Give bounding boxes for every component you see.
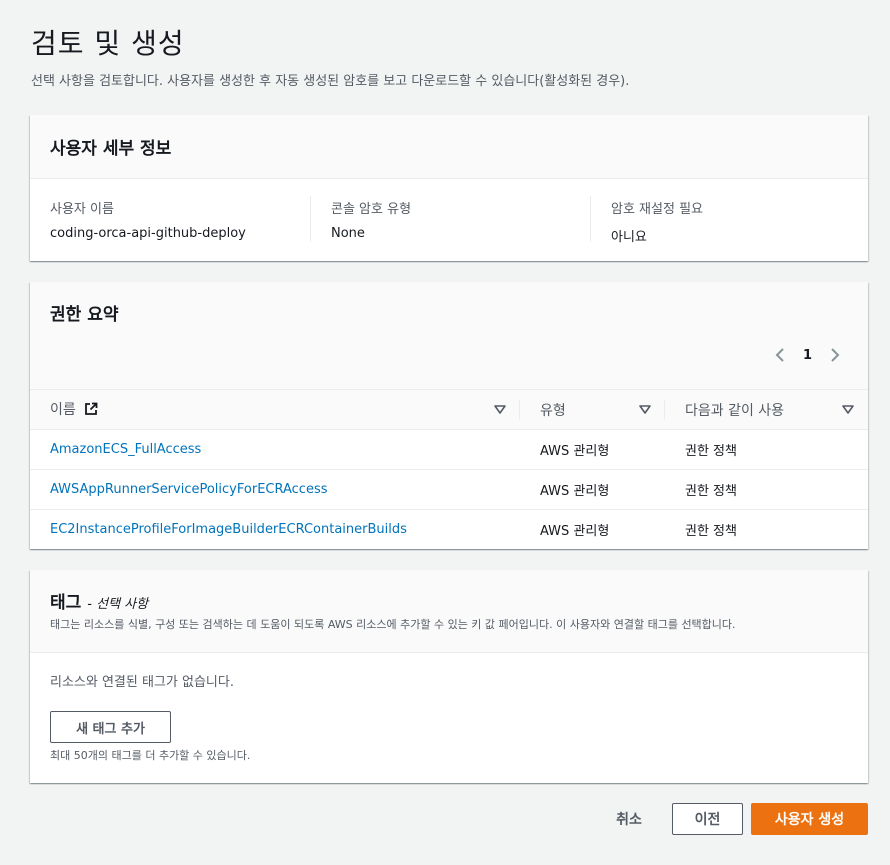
sort-caret-icon[interactable]: [842, 403, 854, 419]
pagination-next-icon[interactable]: [826, 346, 844, 364]
pagination-prev-icon[interactable]: [771, 346, 789, 364]
create-user-button[interactable]: 사용자 생성: [751, 803, 868, 835]
page-title: 검토 및 생성: [31, 27, 185, 60]
policy-used-as: 권한 정책: [665, 469, 868, 510]
policy-used-as: 권한 정책: [665, 429, 868, 470]
field-console-password-type-value: None: [331, 226, 365, 241]
user-details-card: 사용자 세부 정보 사용자 이름 coding-orca-api-github-…: [30, 115, 868, 261]
field-password-reset-value: 아니요: [611, 230, 647, 245]
tags-description: 태그는 리소스를 식별, 구성 또는 검색하는 데 도움이 되도록 AWS 리소…: [50, 618, 736, 631]
column-header-type[interactable]: 유형: [520, 389, 665, 430]
column-header-used-as[interactable]: 다음과 같이 사용: [665, 389, 868, 430]
tags-empty-message: 리소스와 연결된 태그가 없습니다.: [50, 675, 234, 690]
tags-header: 태그 - 선택 사항 태그는 리소스를 식별, 구성 또는 검색하는 데 도움이…: [30, 570, 868, 653]
table-row: AWSAppRunnerServicePolicyForECRAccess AW…: [30, 469, 868, 510]
user-details-header: 사용자 세부 정보: [30, 115, 868, 179]
user-details-fields: 사용자 이름 coding-orca-api-github-deploy 콘솔 …: [30, 196, 868, 246]
tags-title: 태그: [50, 593, 82, 613]
page-description: 선택 사항을 검토합니다. 사용자를 생성한 후 자동 생성된 암호를 보고 다…: [31, 74, 630, 89]
sort-caret-icon[interactable]: [639, 403, 651, 419]
permissions-header: 권한 요약 1: [30, 282, 868, 389]
column-header-name-label: 이름: [50, 402, 76, 418]
sort-caret-icon[interactable]: [494, 403, 506, 419]
policy-link[interactable]: AWSAppRunnerServicePolicyForECRAccess: [50, 482, 328, 497]
field-username-label: 사용자 이름: [50, 202, 114, 217]
field-password-reset: 암호 재설정 필요 아니요: [590, 196, 868, 245]
permissions-table: 이름 유형 다음과 같이 사용 AmazonECS_FullAccess AWS…: [30, 389, 868, 550]
policy-used-as: 권한 정책: [685, 524, 737, 540]
field-username-value: coding-orca-api-github-deploy: [50, 226, 246, 241]
user-details-title: 사용자 세부 정보: [50, 139, 172, 159]
policy-type: AWS 관리형: [520, 429, 665, 470]
field-password-reset-label: 암호 재설정 필요: [611, 202, 703, 217]
table-row: AmazonECS_FullAccess AWS 관리형 권한 정책: [30, 429, 868, 470]
pagination: 1: [771, 346, 844, 364]
policy-link[interactable]: AmazonECS_FullAccess: [50, 442, 201, 457]
pagination-current-page[interactable]: 1: [803, 348, 812, 363]
tags-optional-label: - 선택 사항: [87, 597, 149, 612]
policy-type: AWS 관리형: [520, 469, 665, 510]
policy-link[interactable]: EC2InstanceProfileForImageBuilderECRCont…: [50, 522, 407, 537]
column-header-name[interactable]: 이름: [30, 389, 520, 430]
column-header-type-label: 유형: [540, 402, 566, 419]
table-header-row: 이름 유형 다음과 같이 사용: [30, 389, 868, 430]
field-username: 사용자 이름 coding-orca-api-github-deploy: [50, 196, 310, 242]
policy-type: AWS 관리형: [540, 524, 610, 540]
tags-title-row: 태그 - 선택 사항: [50, 588, 148, 613]
field-console-password-type: 콘솔 암호 유형 None: [310, 196, 590, 242]
table-row: EC2InstanceProfileForImageBuilderECRCont…: [30, 510, 868, 550]
cancel-button[interactable]: 취소: [602, 803, 656, 835]
permissions-title: 권한 요약: [50, 305, 119, 325]
field-console-password-type-label: 콘솔 암호 유형: [331, 202, 412, 217]
add-tag-button[interactable]: 새 태그 추가: [50, 711, 171, 743]
column-header-used-as-label: 다음과 같이 사용: [685, 402, 785, 419]
external-link-icon: [84, 402, 98, 420]
tags-card: 태그 - 선택 사항 태그는 리소스를 식별, 구성 또는 검색하는 데 도움이…: [30, 570, 868, 783]
permissions-summary-card: 권한 요약 1 이름 유형 다음과 같이 사용 AmazonECS_FullAc…: [30, 282, 868, 549]
previous-button[interactable]: 이전: [672, 803, 743, 835]
tags-limit-note: 최대 50개의 태그를 더 추가할 수 있습니다.: [50, 749, 251, 762]
